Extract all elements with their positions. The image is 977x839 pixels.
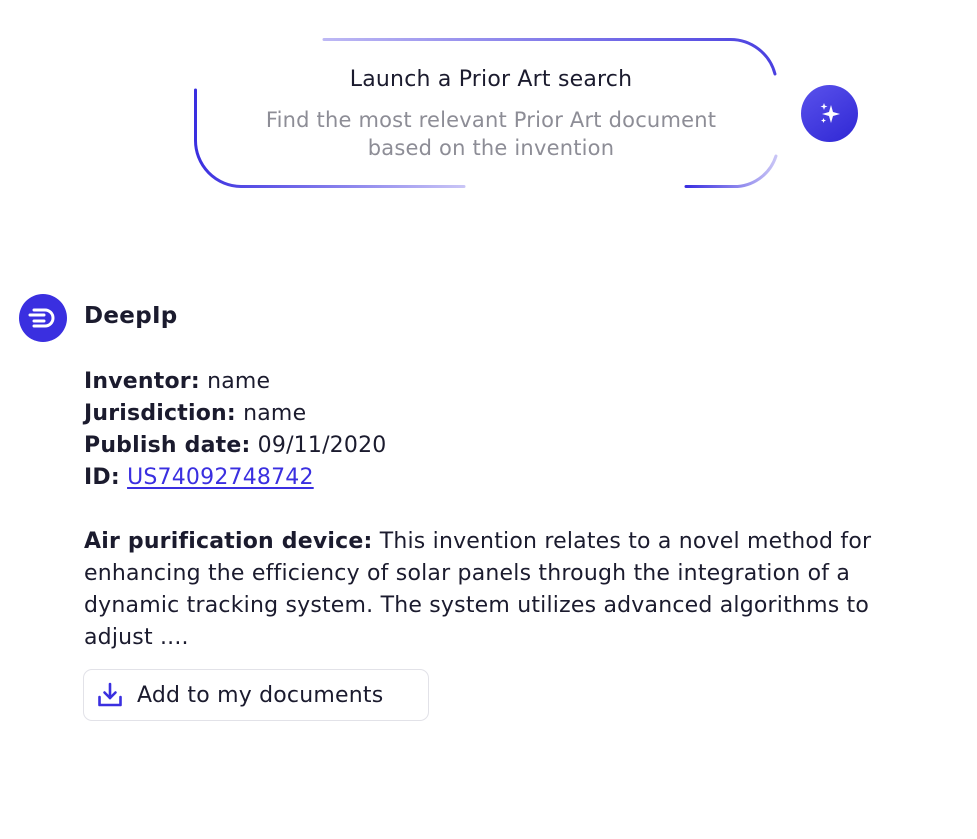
download-icon: [95, 680, 125, 710]
launch-search-button[interactable]: [801, 85, 858, 142]
prompt-subtitle-line-1: Find the most relevant Prior Art documen…: [265, 108, 717, 132]
document-metadata: Inventor: name Jurisdiction: name Publis…: [84, 366, 386, 494]
document-id-link[interactable]: US74092748742: [127, 465, 314, 490]
jurisdiction-value: name: [243, 401, 307, 426]
jurisdiction-label: Jurisdiction:: [84, 401, 236, 426]
jurisdiction-row: Jurisdiction: name: [84, 398, 386, 430]
avatar: [19, 294, 67, 342]
inventor-row: Inventor: name: [84, 366, 386, 398]
document-abstract: Air purification device: This invention …: [84, 526, 944, 654]
sender-name: DeepIp: [84, 303, 178, 329]
inventor-label: Inventor:: [84, 369, 200, 394]
inventor-value: name: [207, 369, 271, 394]
prompt-subtitle-line-2: based on the invention: [367, 136, 615, 160]
add-to-my-documents-label: Add to my documents: [137, 682, 384, 708]
sparkles-icon: [820, 102, 840, 123]
publish-date-value: 09/11/2020: [257, 433, 387, 458]
id-row: ID: US74092748742: [84, 462, 386, 494]
publish-date-row: Publish date: 09/11/2020: [84, 430, 386, 462]
publish-date-label: Publish date:: [84, 433, 251, 458]
add-to-my-documents-button[interactable]: Add to my documents: [83, 669, 429, 721]
prompt-subtitle: Find the most relevant Prior Art documen…: [213, 106, 769, 162]
prompt-title: Launch a Prior Art search: [349, 67, 633, 92]
abstract-title: Air purification device:: [84, 529, 373, 554]
prior-art-search-card[interactable]: Launch a Prior Art search Find the most …: [193, 37, 778, 189]
deepip-logo-icon: [28, 308, 55, 328]
id-label: ID:: [84, 465, 120, 490]
